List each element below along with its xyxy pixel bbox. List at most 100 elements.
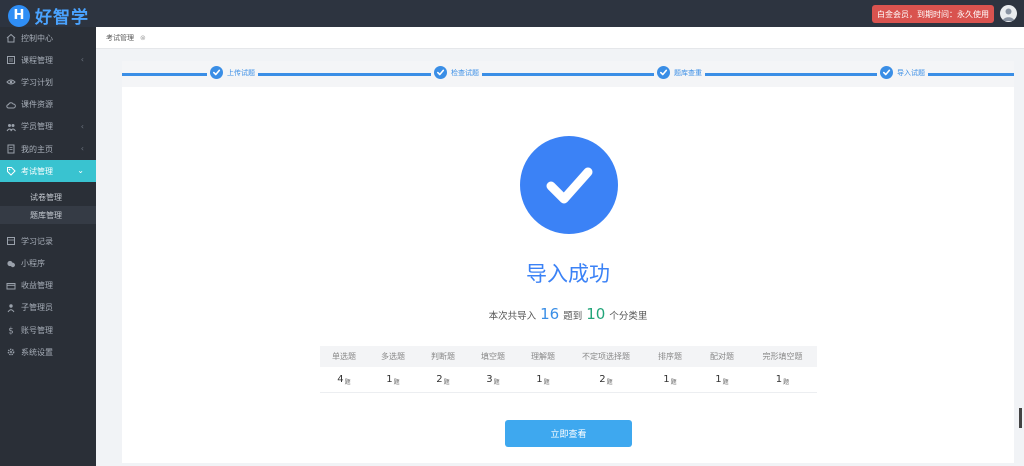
page-icon <box>6 144 16 154</box>
check-icon <box>434 66 447 79</box>
home-icon <box>6 33 16 43</box>
count-unit: 题 <box>393 378 400 386</box>
check-icon <box>880 66 893 79</box>
table-cell: 1题 <box>368 367 418 392</box>
main-content: 考试管理 ⊗ 上传试题 检查试题 题库查重 导入试题 导入成功 本次共导入 16… <box>96 27 1024 466</box>
step-label: 导入试题 <box>897 68 925 77</box>
sidebar-item-label: 控制中心 <box>21 33 53 43</box>
member-status-badge[interactable]: 白金会员，到期时间：永久使用 <box>872 5 994 23</box>
count-value: 1 <box>536 374 543 385</box>
top-bar: H 好智学 白金会员，到期时间：永久使用 <box>0 0 1024 28</box>
category-count: 10 <box>586 305 606 323</box>
scrollbar[interactable] <box>1019 408 1022 428</box>
table-header-cell: 判断题 <box>431 352 455 361</box>
sidebar: 控制中心 课程管理 ‹ 学习计划 课件资源 学员管理 ‹ 我的主页 ‹ 考试管理 ⌄ 试卷管理 题库管… <box>0 27 101 466</box>
sidebar-item-a-4[interactable]: 学员管理 ‹ <box>0 116 96 138</box>
breadcrumb-tab[interactable]: 考试管理 <box>106 33 134 43</box>
question-type-table: 单选题 多选题 判断题 填空题 理解题 不定项选择题 排序题 配对题 完形填空题 4题1题2题3… <box>320 346 817 393</box>
cloud-icon <box>6 100 16 110</box>
import-panel: 上传试题 检查试题 题库查重 导入试题 导入成功 本次共导入 16 题到 10 … <box>122 61 1014 463</box>
table-cell: 4题 <box>320 367 368 392</box>
breadcrumb: 考试管理 ⊗ <box>96 27 1024 49</box>
count-unit: 题 <box>344 378 351 386</box>
count-value: 1 <box>715 374 722 385</box>
step-upload: 上传试题 <box>207 66 258 79</box>
sidebar-item-label: 学习记录 <box>21 236 53 246</box>
eye-icon <box>6 77 16 87</box>
success-check-icon <box>520 136 618 234</box>
sidebar-item-label: 课程管理 <box>21 55 53 65</box>
sidebar-item-b-1[interactable]: 小程序 <box>0 253 96 275</box>
table-row: 4题1题2题3题1题2题1题1题1题 <box>320 367 817 393</box>
record-icon <box>6 236 16 246</box>
table-cell: 2题 <box>568 367 644 392</box>
step-check: 检查试题 <box>431 66 482 79</box>
view-now-button[interactable]: 立即查看 <box>505 420 632 447</box>
sidebar-subitem[interactable]: 试卷管理 <box>0 188 96 206</box>
wechat-icon <box>6 259 16 269</box>
sidebar-item-a-3[interactable]: 课件资源 <box>0 94 96 116</box>
sidebar-item-a-0[interactable]: 控制中心 <box>0 27 96 49</box>
sidebar-item-a-6[interactable]: 考试管理 ⌄ <box>0 160 101 183</box>
tag-icon <box>6 166 16 176</box>
sidebar-item-label: 子管理员 <box>21 303 53 313</box>
close-icon[interactable]: ⊗ <box>140 34 146 42</box>
step-dedupe: 题库查重 <box>654 66 705 79</box>
sidebar-item-a-2[interactable]: 学习计划 <box>0 71 96 93</box>
sidebar-subitem[interactable]: 题库管理 <box>0 206 96 225</box>
result-summary: 本次共导入 16 题到 10 个分类里 <box>122 305 1014 323</box>
count-unit: 题 <box>443 378 450 386</box>
table-cell: 1题 <box>696 367 748 392</box>
gear-icon <box>6 347 16 357</box>
sidebar-item-label: 学员管理 <box>21 122 53 132</box>
sidebar-item-label: 课件资源 <box>21 100 53 110</box>
sidebar-item-a-5[interactable]: 我的主页 ‹ <box>0 138 96 160</box>
table-header-cell: 不定项选择题 <box>582 352 630 361</box>
sidebar-item-label: 收益管理 <box>21 281 53 291</box>
sidebar-item-b-3[interactable]: 子管理员 <box>0 297 96 319</box>
result-title: 导入成功 <box>526 262 610 286</box>
count-value: 4 <box>337 374 344 385</box>
logo-text: 好智学 <box>35 8 89 28</box>
avatar[interactable] <box>1000 5 1017 22</box>
svg-text:$: $ <box>8 326 13 335</box>
count-value: 1 <box>663 374 670 385</box>
count-unit: 题 <box>722 378 729 386</box>
summary-prefix: 本次共导入 <box>488 311 537 322</box>
table-cell: 1题 <box>748 367 817 392</box>
table-cell: 3题 <box>468 367 518 392</box>
sidebar-item-label: 小程序 <box>21 259 45 269</box>
logo[interactable]: H 好智学 <box>8 3 89 28</box>
table-header-cell: 理解题 <box>531 352 555 361</box>
sidebar-item-b-5[interactable]: 系统设置 <box>0 341 96 363</box>
table-cell: 1题 <box>644 367 696 392</box>
step-label: 题库查重 <box>674 68 702 77</box>
check-icon <box>210 66 223 79</box>
table-header-cell: 完形填空题 <box>762 352 803 361</box>
sidebar-item-a-1[interactable]: 课程管理 ‹ <box>0 49 96 71</box>
users-icon <box>6 122 16 132</box>
user-icon <box>1002 8 1015 21</box>
count-unit: 题 <box>493 378 500 386</box>
card-icon <box>6 281 16 291</box>
sidebar-item-b-0[interactable]: 学习记录 <box>0 230 96 252</box>
sidebar-item-label: 我的主页 <box>21 144 53 154</box>
count-unit: 题 <box>783 378 790 386</box>
question-count: 16 <box>540 305 560 323</box>
sidebar-item-label: 考试管理 <box>21 166 53 176</box>
step-label: 上传试题 <box>227 68 255 77</box>
sidebar-item-b-4[interactable]: $ 账号管理 <box>0 319 96 341</box>
table-header: 单选题 多选题 判断题 填空题 理解题 不定项选择题 排序题 配对题 完形填空题 <box>320 346 817 367</box>
table-cell: 2题 <box>418 367 468 392</box>
table-header-cell: 填空题 <box>481 352 505 361</box>
chevron-left-icon: ‹ <box>80 143 84 153</box>
table-cell: 1题 <box>518 367 568 392</box>
sidebar-item-label: 学习计划 <box>21 77 53 87</box>
sidebar-item-label: 账号管理 <box>21 325 53 335</box>
count-unit: 题 <box>606 378 613 386</box>
sidebar-item-b-2[interactable]: 收益管理 <box>0 275 96 297</box>
table-header-cell: 多选题 <box>381 352 405 361</box>
chevron-left-icon: ‹ <box>80 55 84 65</box>
count-value: 2 <box>599 374 606 385</box>
sidebar-item-label: 系统设置 <box>21 347 53 357</box>
